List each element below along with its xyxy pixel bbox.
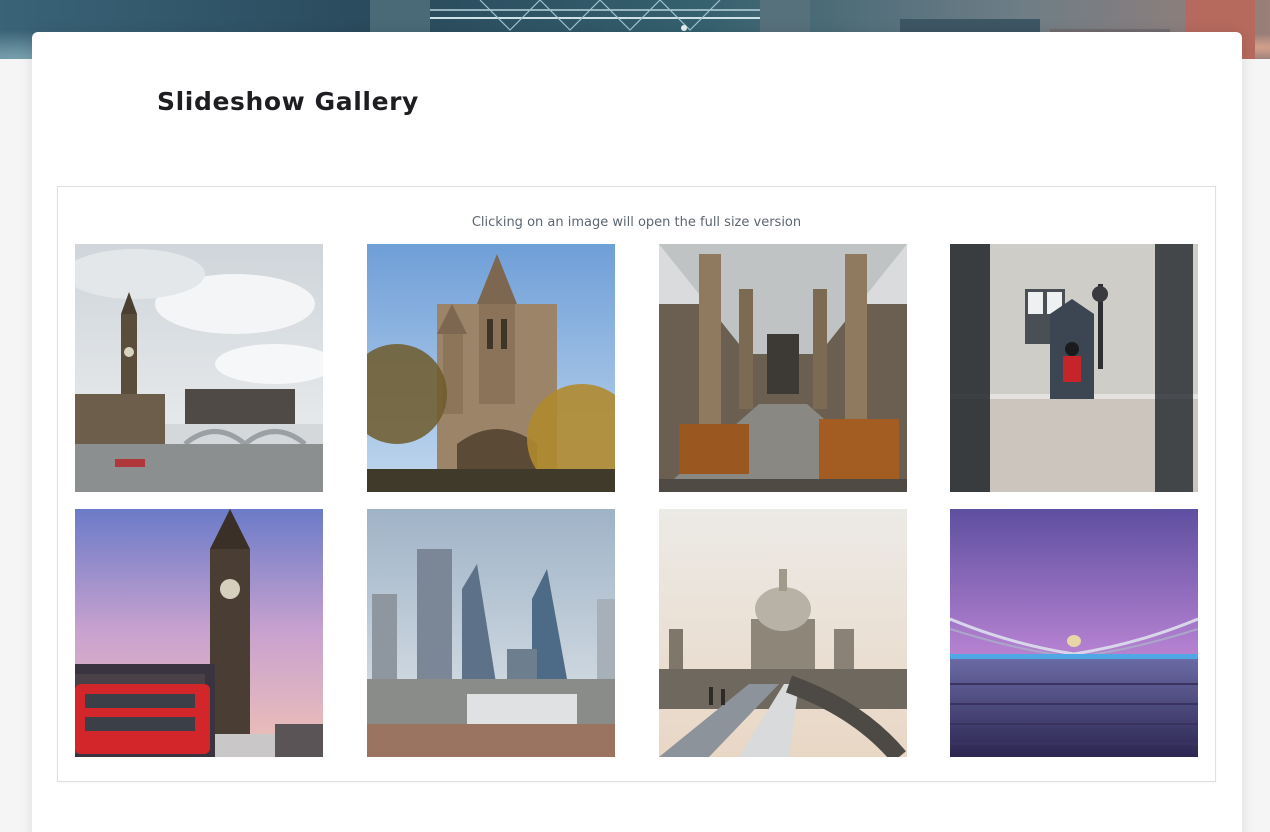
big-ben-dusk-image xyxy=(75,509,323,757)
gallery-thumbnail-royal-guard[interactable] xyxy=(950,244,1198,492)
gallery-hint: Clicking on an image will open the full … xyxy=(471,215,802,230)
millennium-bridge-image xyxy=(950,509,1198,757)
gallery-thumbnail-library-interior[interactable] xyxy=(659,244,907,492)
gallery-thumbnail-city-skyline[interactable] xyxy=(367,509,615,757)
museum-image xyxy=(367,244,615,492)
library-image xyxy=(659,244,907,492)
page-title: Slideshow Gallery xyxy=(157,87,419,116)
gallery-panel: Clicking on an image will open the full … xyxy=(57,186,1216,782)
big-ben-bridge-image xyxy=(75,244,323,492)
gallery-thumbnail-natural-history-museum[interactable] xyxy=(367,244,615,492)
gallery-thumbnail-st-pauls[interactable] xyxy=(659,509,907,757)
content-card: Slideshow Gallery Clicking on an image w… xyxy=(32,32,1242,832)
gallery-thumbnail-millennium-bridge[interactable] xyxy=(950,509,1198,757)
royal-guard-image xyxy=(950,244,1198,492)
gallery-thumbnail-big-ben-dusk[interactable] xyxy=(75,509,323,757)
city-skyline-image xyxy=(367,509,615,757)
gallery-thumbnail-big-ben-bridge[interactable] xyxy=(75,244,323,492)
st-pauls-image xyxy=(659,509,907,757)
